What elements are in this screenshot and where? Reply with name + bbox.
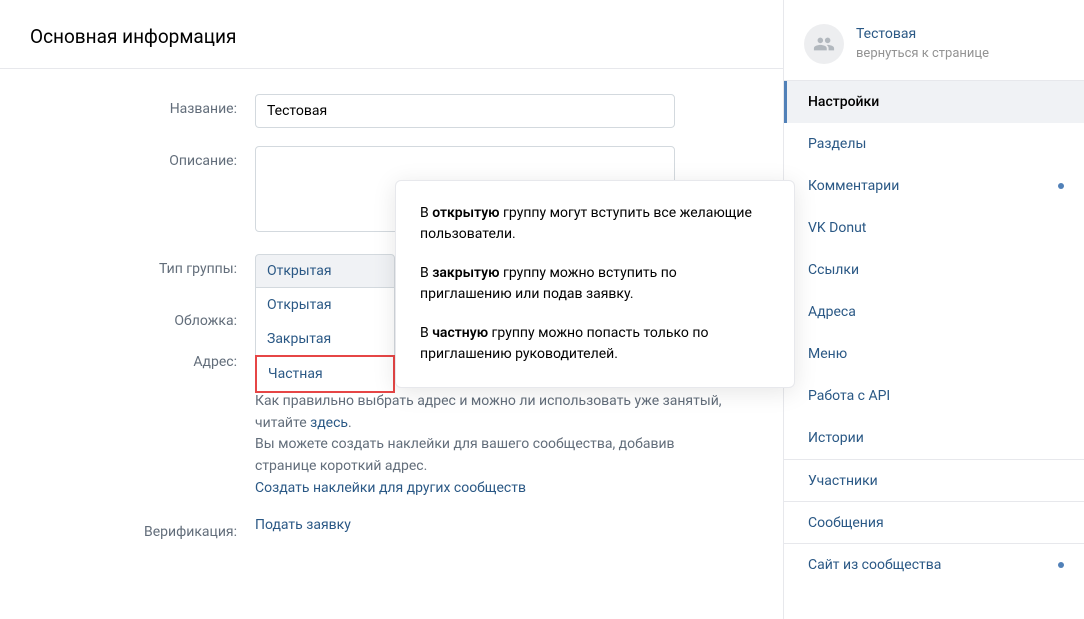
label-address: Адрес: [30, 347, 255, 370]
nav-item-label: Работа с API [808, 388, 890, 404]
nav-item-label: Сообщения [808, 515, 884, 531]
label-verification: Верификация: [30, 517, 255, 540]
name-input[interactable] [255, 94, 675, 128]
address-help-link[interactable]: здесь [310, 415, 348, 431]
community-icon [813, 33, 835, 55]
sidebar-header[interactable]: Тестовая вернуться к странице [784, 12, 1084, 80]
sidebar: Тестовая вернуться к странице Настройки Р… [784, 0, 1084, 619]
group-type-tooltip: В открытую группу могут вступить все жел… [395, 180, 795, 388]
group-type-dropdown: Открытая Закрытая Частная [255, 288, 395, 393]
group-type-select[interactable]: Открытая [255, 254, 395, 288]
nav-item-9[interactable]: Участники [784, 459, 1084, 501]
create-stickers-link[interactable]: Создать наклейки для других сообществ [255, 480, 526, 496]
nav-item-label: Настройки [808, 94, 879, 110]
nav-item-label: Меню [808, 346, 847, 362]
nav-item-label: Ссылки [808, 262, 859, 278]
page-title: Основная информация [0, 0, 783, 69]
label-name: Название: [30, 94, 255, 117]
nav-item-0[interactable]: Настройки [784, 81, 1084, 123]
nav-item-label: VK Donut [808, 220, 866, 236]
nav-item-3[interactable]: VK Donut [784, 207, 1084, 249]
nav-item-11[interactable]: Сайт из сообщества [784, 543, 1084, 585]
nav-item-label: Участники [808, 473, 878, 489]
sidebar-nav: Настройки Разделы Комментарии VK Donut Ссылк… [784, 80, 1084, 585]
label-cover: Обложка: [30, 306, 255, 329]
row-address-help: Как правильно выбрать адрес и можно ли и… [30, 389, 753, 499]
nav-item-label: Истории [808, 430, 864, 446]
label-description: Описание: [30, 146, 255, 169]
sidebar-return-link[interactable]: вернуться к странице [856, 45, 989, 63]
nav-item-2[interactable]: Комментарии [784, 165, 1084, 207]
nav-item-5[interactable]: Адреса [784, 291, 1084, 333]
nav-item-8[interactable]: Истории [784, 417, 1084, 459]
sidebar-group-name: Тестовая [856, 25, 989, 45]
nav-item-6[interactable]: Меню [784, 333, 1084, 375]
verification-link[interactable]: Подать заявку [255, 517, 351, 533]
group-type-option-closed[interactable]: Закрытая [256, 322, 394, 356]
avatar [804, 24, 844, 64]
nav-item-label: Адреса [808, 304, 856, 320]
row-verification: Верификация: Подать заявку [30, 517, 753, 540]
group-type-selected-value: Открытая [267, 263, 332, 279]
nav-item-4[interactable]: Ссылки [784, 249, 1084, 291]
address-help-text: Как правильно выбрать адрес и можно ли и… [255, 391, 725, 499]
nav-item-10[interactable]: Сообщения [784, 501, 1084, 543]
nav-item-label: Сайт из сообщества [808, 557, 941, 573]
group-type-option-open[interactable]: Открытая [256, 288, 394, 322]
row-name: Название: [30, 94, 753, 128]
form-area: Название: Описание: Тип группы: Открытая… [0, 69, 783, 583]
group-type-option-private[interactable]: Частная [255, 355, 395, 393]
label-group-type: Тип группы: [30, 254, 255, 277]
nav-item-label: Комментарии [808, 178, 899, 194]
nav-item-1[interactable]: Разделы [784, 123, 1084, 165]
notification-dot-icon [1058, 562, 1064, 568]
main-panel: Основная информация Название: Описание: … [0, 0, 784, 619]
nav-item-7[interactable]: Работа с API [784, 375, 1084, 417]
notification-dot-icon [1058, 183, 1064, 189]
nav-item-label: Разделы [808, 136, 866, 152]
